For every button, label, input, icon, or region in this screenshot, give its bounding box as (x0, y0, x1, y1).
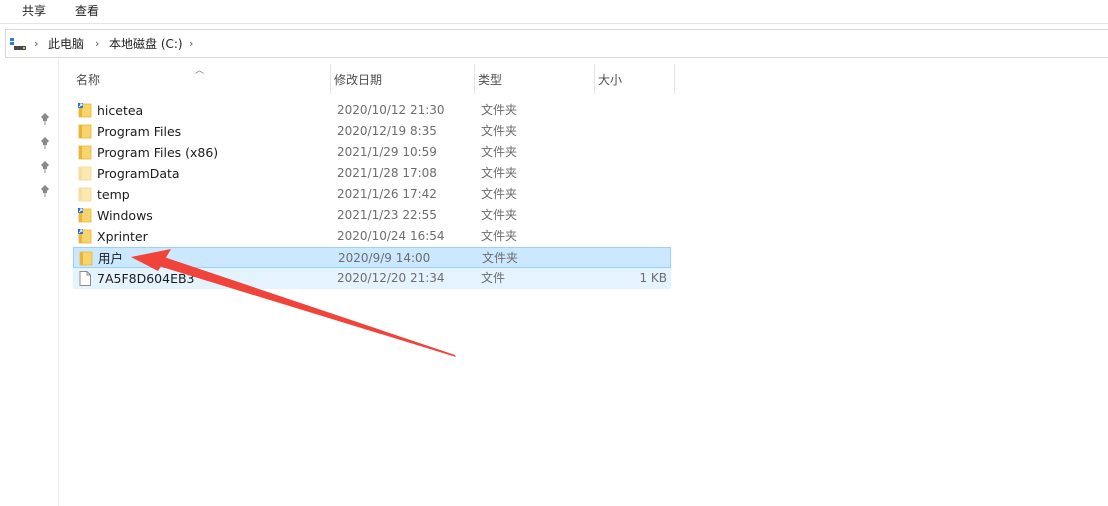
file-type: 文件夹 (481, 187, 518, 201)
file-row[interactable]: 用户 2020/9/9 14:00 文件夹 (73, 247, 671, 268)
file-icon (79, 271, 91, 286)
ribbon-bar: 共享 查看 (0, 0, 1108, 24)
folder-shortcut-icon (78, 208, 92, 223)
column-header-size[interactable]: 大小 (595, 64, 675, 94)
breadcrumb-this-pc[interactable]: 此电脑 (48, 36, 84, 52)
folder-icon (78, 124, 92, 139)
file-date: 2020/10/24 16:54 (337, 229, 445, 243)
file-row[interactable]: Program Files 2020/12/19 8:35 文件夹 (73, 121, 671, 142)
folder-icon (79, 251, 93, 266)
file-type: 文件夹 (481, 145, 518, 159)
tab-view[interactable]: 查看 (75, 2, 99, 20)
column-header-date[interactable]: 修改日期 (331, 64, 475, 94)
file-type: 文件夹 (481, 229, 518, 243)
file-date: 2021/1/29 10:59 (337, 145, 437, 159)
file-date: 2021/1/26 17:42 (337, 187, 437, 201)
file-name: 7A5F8D604EB3 (97, 271, 195, 286)
chevron-right-icon[interactable]: › (95, 36, 99, 52)
file-size: 1 KB (639, 271, 667, 285)
file-type: 文件夹 (481, 166, 518, 180)
navigation-pane (0, 59, 59, 506)
address-bar[interactable]: › 此电脑 › 本地磁盘 (C:) › (5, 29, 1108, 58)
file-type: 文件夹 (481, 124, 518, 138)
pin-icon[interactable] (38, 112, 52, 126)
file-name: hicetea (97, 103, 144, 118)
chevron-right-icon[interactable]: › (189, 36, 193, 52)
file-type: 文件夹 (481, 103, 518, 117)
file-name: Windows (97, 208, 153, 223)
pin-icon[interactable] (38, 160, 52, 174)
file-row[interactable]: temp 2021/1/26 17:42 文件夹 (73, 184, 671, 205)
chevron-right-icon[interactable]: › (34, 36, 38, 52)
file-date: 2020/10/12 21:30 (337, 103, 445, 117)
folder-shortcut-icon (78, 103, 92, 118)
folder-shortcut-icon (78, 229, 92, 244)
file-name: temp (97, 187, 130, 202)
column-header-row: ︿ 名称 修改日期 类型 大小 (73, 64, 675, 94)
file-date: 2020/9/9 14:00 (338, 251, 431, 265)
file-date: 2021/1/23 22:55 (337, 208, 437, 222)
file-name: Program Files (x86) (97, 145, 219, 160)
this-pc-icon[interactable] (10, 37, 26, 51)
file-type: 文件夹 (481, 208, 518, 222)
file-type: 文件 (481, 271, 506, 285)
file-name: 用户 (98, 251, 124, 266)
file-row[interactable]: ProgramData 2021/1/28 17:08 文件夹 (73, 163, 671, 184)
file-row[interactable]: hicetea 2020/10/12 21:30 文件夹 (73, 100, 671, 121)
file-row[interactable]: Xprinter 2020/10/24 16:54 文件夹 (73, 226, 671, 247)
folder-hidden-icon (78, 187, 92, 202)
column-header-name[interactable]: 名称 (73, 64, 331, 94)
pin-icon[interactable] (38, 136, 52, 150)
file-row[interactable]: 7A5F8D604EB3 2020/12/20 21:34 文件 1 KB (73, 268, 671, 289)
file-list: hicetea 2020/10/12 21:30 文件夹 Program Fil… (73, 100, 671, 289)
file-name: Program Files (97, 124, 182, 139)
file-name: Xprinter (97, 229, 148, 244)
folder-hidden-icon (78, 166, 92, 181)
file-name: ProgramData (97, 166, 180, 181)
breadcrumb-local-disk[interactable]: 本地磁盘 (C:) (109, 36, 183, 52)
file-date: 2020/12/20 21:34 (337, 271, 445, 285)
column-header-type[interactable]: 类型 (475, 64, 595, 94)
file-type: 文件夹 (482, 251, 519, 265)
tab-share[interactable]: 共享 (22, 2, 46, 20)
folder-icon (78, 145, 92, 160)
pin-icon[interactable] (38, 184, 52, 198)
file-row[interactable]: Program Files (x86) 2021/1/29 10:59 文件夹 (73, 142, 671, 163)
file-date: 2021/1/28 17:08 (337, 166, 437, 180)
file-row[interactable]: Windows 2021/1/23 22:55 文件夹 (73, 205, 671, 226)
file-date: 2020/12/19 8:35 (337, 124, 437, 138)
